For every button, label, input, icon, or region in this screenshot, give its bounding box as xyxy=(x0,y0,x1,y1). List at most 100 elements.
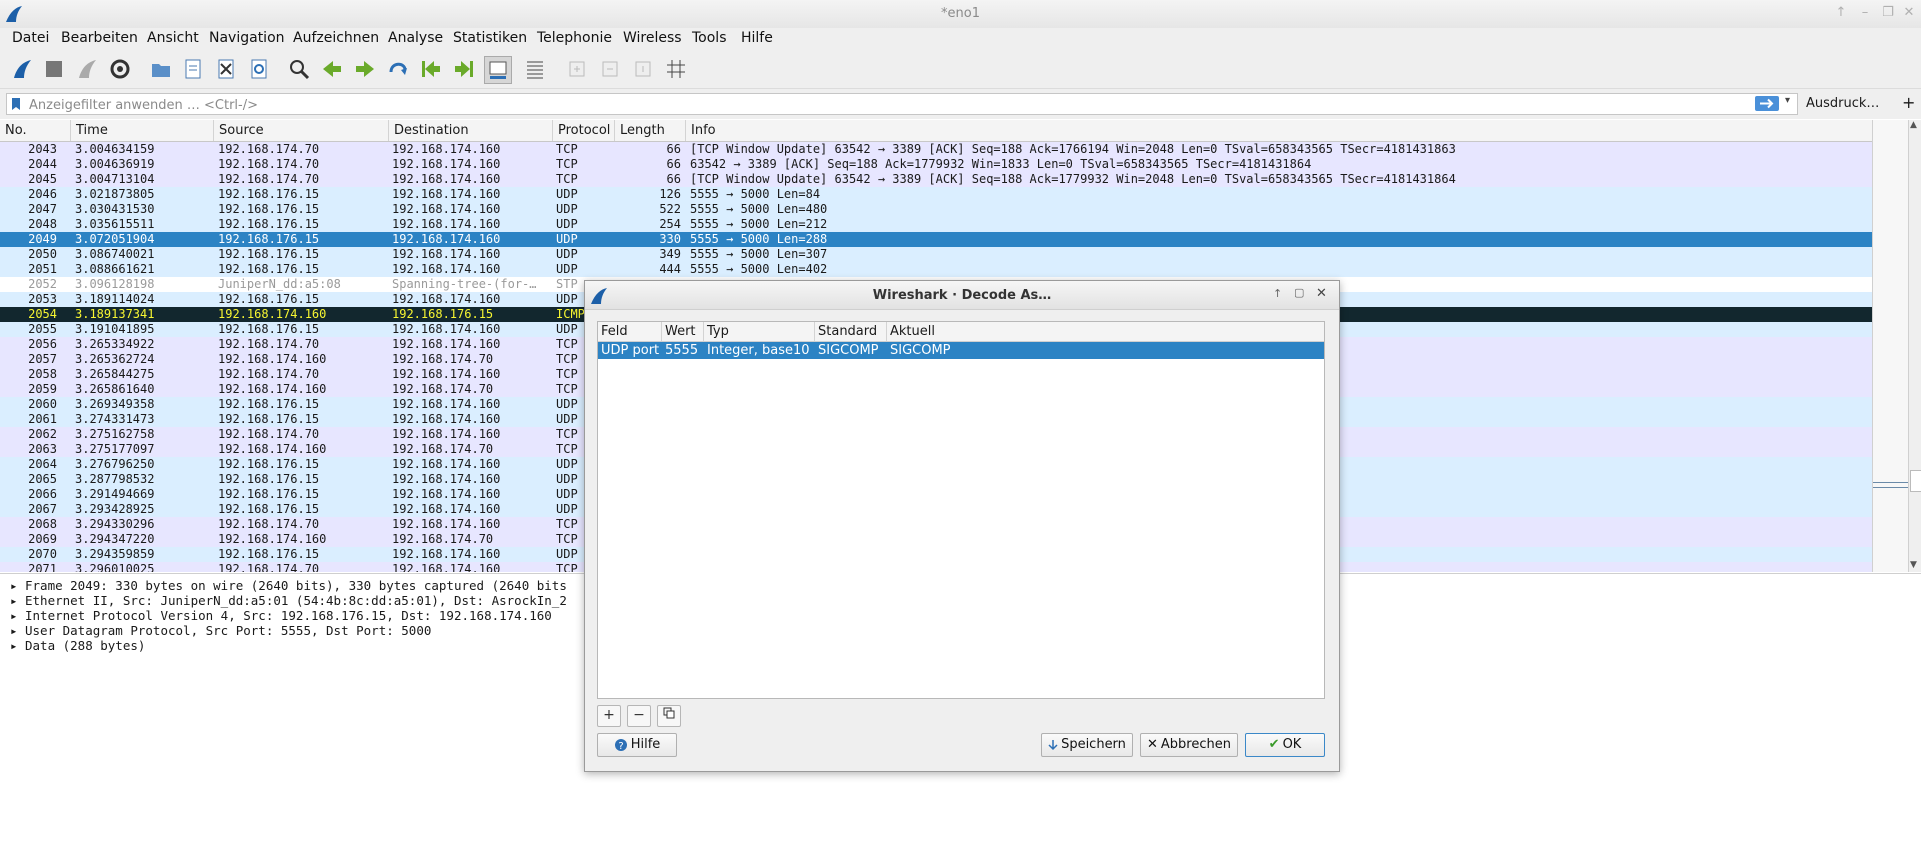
column-header-time[interactable]: Time xyxy=(71,120,214,141)
first-packet-icon[interactable] xyxy=(418,56,444,82)
save-button[interactable]: Speichern xyxy=(1041,733,1133,757)
column-header-no[interactable]: No. xyxy=(0,120,71,141)
packet-cell-src: 192.168.174.70 xyxy=(218,157,320,171)
restart-capture-icon[interactable] xyxy=(74,56,100,82)
column-header-destination[interactable]: Destination xyxy=(389,120,553,141)
expand-arrow-icon[interactable]: ▸ xyxy=(10,638,18,653)
normal-size-icon[interactable] xyxy=(630,56,656,82)
expand-arrow-icon[interactable]: ▸ xyxy=(10,578,18,593)
expression-button[interactable]: Ausdruck… xyxy=(1806,96,1879,111)
column-header-standard[interactable]: Standard xyxy=(815,322,887,341)
packet-row[interactable]: 2050 3.086740021 192.168.176.15 192.168.174… xyxy=(0,247,1872,262)
packet-cell-info: 5555 → 5000 Len=212 xyxy=(690,217,828,231)
packet-cell-no: 2045 xyxy=(28,172,57,186)
last-packet-icon[interactable] xyxy=(451,56,477,82)
go-back-icon[interactable] xyxy=(319,56,345,82)
open-file-icon[interactable] xyxy=(148,56,174,82)
menu-navigation[interactable]: Navigation xyxy=(209,30,285,46)
dialog-maximize-icon[interactable]: ▢ xyxy=(1294,286,1304,299)
dialog-close-icon[interactable]: ✕ xyxy=(1316,286,1327,301)
remove-entry-button[interactable]: − xyxy=(627,705,651,727)
colorize-icon[interactable] xyxy=(522,56,548,82)
autoscroll-icon[interactable] xyxy=(484,56,512,84)
packet-cell-src: 192.168.176.15 xyxy=(218,397,320,411)
zoom-in-icon[interactable] xyxy=(564,56,590,82)
menu-tools[interactable]: Tools xyxy=(692,30,727,46)
find-packet-icon[interactable] xyxy=(286,56,312,82)
zoom-out-icon[interactable] xyxy=(597,56,623,82)
column-header-typ[interactable]: Typ xyxy=(704,322,815,341)
display-filter-input[interactable] xyxy=(27,95,1751,115)
filter-history-dropdown-icon[interactable]: ▾ xyxy=(1785,95,1790,106)
add-entry-button[interactable]: + xyxy=(597,705,621,727)
column-header-source[interactable]: Source xyxy=(214,120,389,141)
help-button[interactable]: ? Hilfe xyxy=(597,733,677,757)
bookmark-icon[interactable] xyxy=(11,97,21,111)
packet-row[interactable]: 2044 3.004636919 192.168.174.70 192.168.174… xyxy=(0,157,1872,172)
menu-ansicht[interactable]: Ansicht xyxy=(147,30,199,46)
add-filter-button[interactable]: + xyxy=(1902,93,1915,112)
dialog-up-icon[interactable]: ↑ xyxy=(1273,287,1282,300)
expand-arrow-icon[interactable]: ▸ xyxy=(10,623,18,638)
packet-cell-dst: 192.168.174.160 xyxy=(392,247,501,261)
capture-options-icon[interactable] xyxy=(107,56,133,82)
scroll-down-icon[interactable]: ▼ xyxy=(1910,560,1917,570)
window-up-icon[interactable]: ↑ xyxy=(1832,4,1850,22)
packet-row[interactable]: 2046 3.021873805 192.168.176.15 192.168.174… xyxy=(0,187,1872,202)
packet-cell-time: 3.265861640 xyxy=(75,382,155,396)
packet-cell-time: 3.293428925 xyxy=(75,502,155,516)
decode-as-row[interactable]: UDP port 5555 Integer, base10 SIGCOMP SI… xyxy=(598,342,1324,359)
expand-arrow-icon[interactable]: ▸ xyxy=(10,608,18,623)
apply-filter-arrow-icon[interactable] xyxy=(1755,96,1779,111)
packet-cell-dst: 192.168.174.160 xyxy=(392,142,501,156)
copy-entry-button[interactable] xyxy=(657,705,681,727)
row-current[interactable]: SIGCOMP xyxy=(887,342,951,359)
packet-minimap[interactable] xyxy=(1872,120,1909,572)
packet-cell-time: 3.265844275 xyxy=(75,367,155,381)
menu-aufzeichnen[interactable]: Aufzeichnen xyxy=(293,30,379,46)
row-value[interactable]: 5555 xyxy=(662,342,698,359)
save-file-icon[interactable] xyxy=(180,56,206,82)
packet-cell-time: 3.275177097 xyxy=(75,442,155,456)
row-field[interactable]: UDP port xyxy=(598,342,659,359)
packet-row[interactable]: 2049 3.072051904 192.168.176.15 192.168.174… xyxy=(0,232,1872,247)
column-header-info[interactable]: Info xyxy=(686,120,1872,141)
packet-row[interactable]: 2043 3.004634159 192.168.174.70 192.168.174… xyxy=(0,142,1872,157)
packet-list-scrollbar[interactable]: ▲ ▼ xyxy=(1908,120,1921,572)
packet-row[interactable]: 2045 3.004713104 192.168.174.70 192.168.174… xyxy=(0,172,1872,187)
packet-cell-len: 126 xyxy=(659,187,681,201)
start-capture-icon[interactable] xyxy=(9,56,35,82)
scroll-up-icon[interactable]: ▲ xyxy=(1910,120,1917,130)
row-type[interactable]: Integer, base10 xyxy=(704,342,810,359)
window-close-icon[interactable]: ✕ xyxy=(1900,4,1918,22)
column-header-wert[interactable]: Wert xyxy=(662,322,704,341)
menu-bearbeiten[interactable]: Bearbeiten xyxy=(61,30,138,46)
window-minimize-icon[interactable]: – xyxy=(1856,4,1874,22)
packet-row[interactable]: 2048 3.035615511 192.168.176.15 192.168.174… xyxy=(0,217,1872,232)
window-restore-icon[interactable]: ❐ xyxy=(1879,4,1897,22)
scroll-thumb[interactable] xyxy=(1910,470,1921,492)
resize-columns-icon[interactable] xyxy=(663,56,689,82)
menu-telephonie[interactable]: Telephonie xyxy=(537,30,612,46)
column-header-protocol[interactable]: Protocol xyxy=(553,120,615,141)
menu-statistiken[interactable]: Statistiken xyxy=(453,30,527,46)
menu-hilfe[interactable]: Hilfe xyxy=(741,30,773,46)
cancel-button[interactable]: ✕ Abbrechen xyxy=(1140,733,1238,757)
column-header-length[interactable]: Length xyxy=(615,120,686,141)
column-header-aktuell[interactable]: Aktuell xyxy=(887,322,1324,341)
close-file-icon[interactable] xyxy=(213,56,239,82)
menu-datei[interactable]: Datei xyxy=(12,30,49,46)
stop-capture-icon[interactable] xyxy=(41,56,67,82)
ok-button[interactable]: ✔ OK xyxy=(1245,733,1325,757)
packet-cell-len: 444 xyxy=(659,262,681,276)
menu-wireless[interactable]: Wireless xyxy=(623,30,682,46)
expand-arrow-icon[interactable]: ▸ xyxy=(10,593,18,608)
go-to-packet-icon[interactable] xyxy=(385,56,411,82)
packet-row[interactable]: 2047 3.030431530 192.168.176.15 192.168.174… xyxy=(0,202,1872,217)
menu-analyse[interactable]: Analyse xyxy=(388,30,443,46)
reload-file-icon[interactable] xyxy=(246,56,272,82)
packet-cell-dst: 192.168.174.70 xyxy=(392,532,494,546)
column-header-feld[interactable]: Feld xyxy=(598,322,662,341)
go-forward-icon[interactable] xyxy=(352,56,378,82)
packet-row[interactable]: 2051 3.088661621 192.168.176.15 192.168.174… xyxy=(0,262,1872,277)
